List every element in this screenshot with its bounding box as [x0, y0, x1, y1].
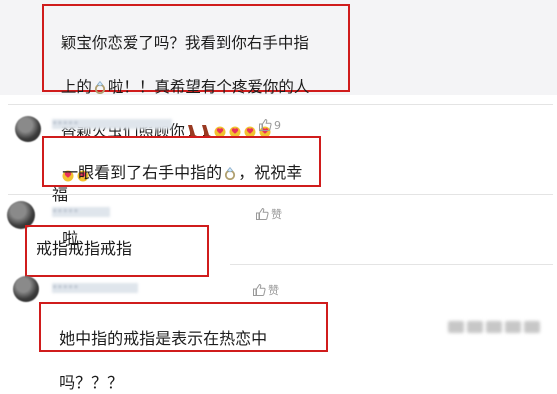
username[interactable]: ••••• [52, 283, 138, 293]
ring-emoji-icon [225, 167, 236, 180]
like-count: 9 [274, 118, 281, 132]
username[interactable]: ••••• [52, 119, 172, 129]
ring-emoji-icon [94, 81, 105, 94]
avatar[interactable] [13, 276, 39, 302]
thumbs-up-icon [256, 207, 269, 220]
username[interactable]: ••••• [52, 207, 110, 217]
divider [230, 264, 553, 265]
like-button[interactable]: 9 [258, 118, 281, 132]
thumbs-up-icon [259, 118, 272, 131]
comment-4-line2: 吗？？？ [59, 373, 124, 392]
comment-4-line1: 她中指的戒指是表示在热恋中 [59, 329, 268, 348]
comment-2-line1-start: 一眼看到了右手中指的 [62, 163, 223, 182]
divider [8, 104, 553, 105]
like-button[interactable]: 赞 [252, 282, 279, 298]
watermark [448, 318, 548, 336]
like-button[interactable]: 赞 [255, 206, 282, 222]
comment-4-text: 她中指的戒指是表示在热恋中 吗？？？ [49, 306, 324, 394]
like-label: 赞 [268, 284, 279, 297]
divider [8, 194, 553, 195]
like-label: 赞 [271, 208, 282, 221]
comment-1-line1: 颖宝你恋爱了吗？我看到你右手中指 [60, 34, 309, 52]
avatar[interactable] [15, 116, 41, 142]
thumbs-up-icon [253, 283, 266, 296]
comment-1-line2-start: 上的 [60, 78, 92, 96]
comment-3-text: 戒指戒指戒指 [36, 239, 133, 258]
comment-1-line2-end: 啦！！真希望有个疼爱你的人 [107, 78, 310, 96]
